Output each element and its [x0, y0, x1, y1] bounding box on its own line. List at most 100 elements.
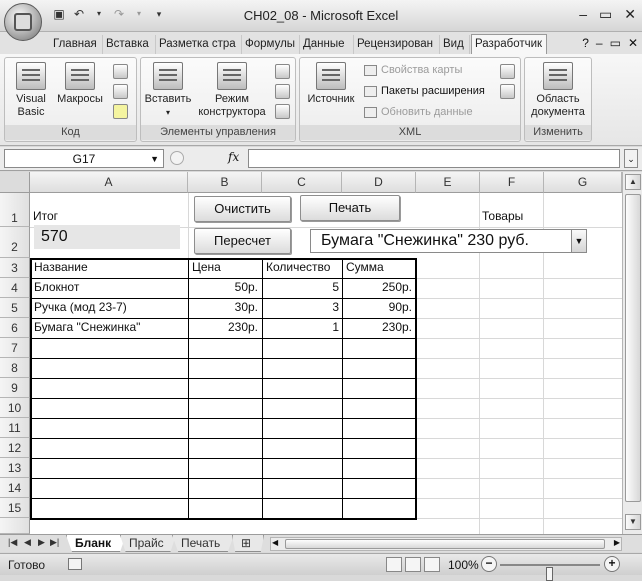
name-box[interactable]: G17 ▼ [4, 149, 164, 168]
print-button[interactable]: Печать [300, 195, 400, 221]
next-sheet-icon[interactable]: ▶ [38, 537, 45, 548]
table-header-quantity[interactable]: Количество [264, 260, 342, 274]
tab-page-layout[interactable]: Разметка стра [156, 35, 242, 54]
zoom-level[interactable]: 100% [448, 558, 479, 572]
record-macro-status-icon[interactable] [68, 558, 82, 570]
insert-function-button[interactable]: fx [228, 150, 239, 164]
row-header-8[interactable]: 8 [0, 358, 30, 378]
row-header-15[interactable]: 15 [0, 498, 30, 518]
row-header-12[interactable]: 12 [0, 438, 30, 458]
restore-button[interactable]: ▭ [599, 6, 612, 23]
row-header-13[interactable]: 13 [0, 458, 30, 478]
tab-insert[interactable]: Вставка [103, 35, 156, 54]
worksheet-grid[interactable]: A B C D E F G 1 2 3 4 5 6 7 8 9 10 11 12… [0, 172, 622, 534]
tab-developer[interactable]: Разработчик [471, 34, 547, 55]
properties-icon[interactable] [275, 64, 290, 79]
table-cell[interactable]: 5 [264, 280, 341, 294]
select-all-corner[interactable] [0, 172, 30, 193]
table-cell[interactable]: 250р. [344, 280, 414, 294]
scroll-right-icon[interactable]: ▶ [614, 538, 620, 547]
help-icon[interactable]: ? [582, 36, 589, 50]
zoom-in-icon[interactable]: + [604, 556, 620, 572]
minimize-icon[interactable]: – [596, 36, 603, 50]
column-header-f[interactable]: F [480, 172, 544, 193]
run-dialog-icon[interactable] [275, 104, 290, 119]
tab-view[interactable]: Вид [440, 35, 470, 54]
tab-formulas[interactable]: Формулы [242, 35, 300, 54]
row-header-4[interactable]: 4 [0, 278, 30, 298]
map-properties-button[interactable]: Свойства карты [364, 64, 462, 76]
scroll-left-icon[interactable]: ◀ [272, 538, 278, 547]
row-header-3[interactable]: 3 [0, 258, 30, 278]
recalc-button[interactable]: Пересчет [194, 228, 291, 254]
import-icon[interactable] [500, 64, 515, 79]
row-header-6[interactable]: 6 [0, 318, 30, 338]
restore-icon[interactable]: ▭ [610, 36, 621, 50]
vertical-scroll-thumb[interactable] [625, 194, 641, 502]
sheet-tab-print[interactable]: Печать [172, 535, 234, 552]
close-icon[interactable]: ✕ [628, 36, 638, 50]
tab-review[interactable]: Рецензирован [354, 35, 440, 54]
scroll-up-icon[interactable]: ▲ [625, 174, 641, 190]
sheet-tab-blank[interactable]: Бланк [66, 535, 126, 552]
scroll-down-icon[interactable]: ▼ [625, 514, 641, 530]
name-box-dropdown-icon[interactable]: ▼ [150, 150, 159, 168]
tab-data[interactable]: Данные [300, 35, 354, 54]
view-code-icon[interactable] [275, 84, 290, 99]
table-cell[interactable]: Ручка (мод 23-7) [32, 300, 186, 314]
expansion-packs-button[interactable]: Пакеты расширения [364, 85, 485, 97]
goods-combobox[interactable]: Бумага "Снежинка" 230 руб. ▼ [310, 229, 587, 253]
row-header-10[interactable]: 10 [0, 398, 30, 418]
formula-resize-icon[interactable] [170, 151, 184, 165]
insert-sheet-icon[interactable]: ⊞ [232, 535, 264, 552]
normal-view-icon[interactable] [386, 557, 402, 572]
table-cell[interactable]: 50р. [190, 280, 260, 294]
column-header-e[interactable]: E [416, 172, 480, 193]
table-cell[interactable]: 230р. [344, 320, 414, 334]
row-header-11[interactable]: 11 [0, 418, 30, 438]
row-header-14[interactable]: 14 [0, 478, 30, 498]
export-icon[interactable] [500, 84, 515, 99]
relative-references-icon[interactable] [113, 84, 128, 99]
close-button[interactable]: ✕ [624, 6, 636, 23]
formula-input[interactable] [248, 149, 620, 168]
insert-control-button[interactable]: Вставить ▾ [143, 62, 193, 119]
clear-button[interactable]: Очистить [194, 196, 291, 222]
document-panel-button[interactable]: Область документа [527, 62, 589, 119]
refresh-data-button[interactable]: Обновить данные [364, 106, 473, 118]
column-header-d[interactable]: D [342, 172, 416, 193]
row-header-9[interactable]: 9 [0, 378, 30, 398]
column-header-b[interactable]: B [188, 172, 262, 193]
row-header-16[interactable] [0, 518, 30, 534]
table-cell[interactable]: Бумага "Снежинка" [32, 320, 186, 334]
horizontal-scroll-thumb[interactable] [285, 539, 605, 549]
table-header-price[interactable]: Цена [190, 260, 260, 274]
column-header-c[interactable]: C [262, 172, 342, 193]
table-cell[interactable]: 30р. [190, 300, 260, 314]
zoom-slider-thumb[interactable] [546, 567, 553, 581]
expand-formula-bar-icon[interactable]: ⌄ [624, 149, 638, 168]
table-cell[interactable]: 1 [264, 320, 341, 334]
vertical-scrollbar[interactable]: ▲ ▼ [622, 172, 642, 534]
prev-sheet-icon[interactable]: ◀ [24, 537, 31, 548]
column-header-g[interactable]: G [544, 172, 622, 193]
row-header-7[interactable]: 7 [0, 338, 30, 358]
chevron-down-icon[interactable]: ▼ [571, 230, 586, 252]
minimize-button[interactable]: – [579, 6, 587, 23]
visual-basic-button[interactable]: Visual Basic [11, 62, 51, 119]
zoom-slider[interactable] [500, 564, 600, 581]
first-sheet-icon[interactable]: |◀ [8, 537, 17, 548]
table-header-sum[interactable]: Сумма [344, 260, 414, 274]
macro-security-icon[interactable] [113, 104, 128, 119]
table-cell[interactable]: 90р. [344, 300, 414, 314]
office-button[interactable] [4, 3, 42, 41]
table-cell[interactable]: 3 [264, 300, 341, 314]
record-macro-icon[interactable] [113, 64, 128, 79]
macros-button[interactable]: Макросы [53, 62, 107, 106]
last-sheet-icon[interactable]: ▶| [50, 537, 59, 548]
table-cell[interactable]: Блокнот [32, 280, 186, 294]
row-header-2[interactable]: 2 [0, 227, 30, 258]
tab-home[interactable]: Главная [50, 35, 103, 54]
design-mode-button[interactable]: Режим конструктора [197, 62, 267, 119]
page-layout-view-icon[interactable] [405, 557, 421, 572]
